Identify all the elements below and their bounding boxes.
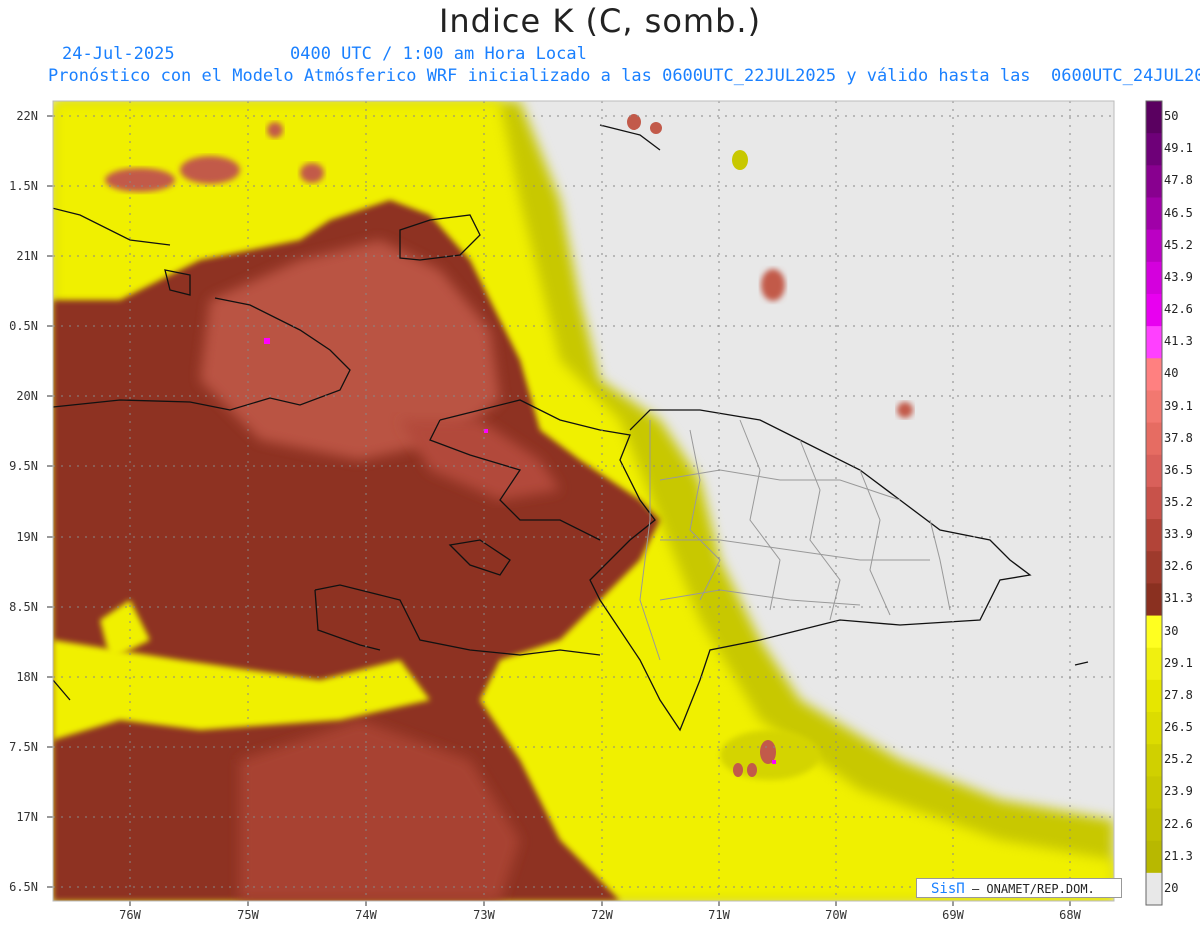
lon-label: 71W [708,908,730,922]
lon-label: 75W [237,908,259,922]
lon-label: 70W [825,908,847,922]
colorbar-label: 50 [1164,109,1179,124]
colorbar-label: 43.9 [1164,269,1193,284]
lat-label: 17N [16,810,38,824]
field-layer [53,101,1114,901]
colorbar-swatch [1146,133,1162,166]
colorbar-swatch [1146,872,1162,906]
colorbar-label: 33.9 [1164,527,1193,542]
colorbar-swatch [1146,390,1162,424]
colorbar-swatch [1146,647,1162,681]
lat-label: 1.5N [9,179,38,193]
colorbar-label: 27.8 [1164,687,1193,702]
colorbar-swatch [1146,808,1162,842]
lat-label: 9.5N [9,459,38,473]
colorbar-swatch [1146,679,1162,713]
colorbar-swatch [1146,358,1162,391]
colorbar-label: 25.2 [1164,752,1193,767]
colorbar-label: 30 [1164,623,1179,638]
colorbar-swatch [1146,229,1162,263]
colorbar-swatch [1146,197,1162,231]
colorbar-swatch [1146,165,1162,198]
colorbar-label: 22.6 [1164,816,1193,831]
lon-label: 72W [591,908,613,922]
colorbar-label: 35.2 [1164,495,1193,509]
colorbar-swatch [1146,776,1162,810]
lat-label: 20N [16,389,38,403]
colorbar-swatch [1146,551,1162,584]
colorbar-label: 23.9 [1164,784,1193,799]
colorbar-swatch [1146,712,1162,745]
colorbar-label: 45.2 [1164,237,1193,252]
colorbar-swatch [1146,583,1162,617]
colorbar-label: 37.8 [1164,430,1193,445]
colorbar-label: 29.1 [1164,655,1193,670]
credit-brand: SisΠ [931,881,965,897]
lon-label: 73W [473,908,495,922]
lat-label: 18N [16,670,38,684]
lat-label: 6.5N [9,880,38,894]
colorbar-swatch [1146,744,1162,777]
colorbar-swatch [1146,454,1162,488]
colorbar-swatch [1146,422,1162,456]
lat-label: 0.5N [9,319,38,333]
colorbar-label: 46.5 [1164,205,1193,220]
lat-label: 22N [16,109,38,123]
k-index-map [47,100,1163,906]
colorbar-label: 42.6 [1164,302,1193,317]
colorbar [1145,100,1163,906]
colorbar-label: 49.1 [1164,141,1193,156]
colorbar-label: 21.3 [1164,848,1193,863]
lat-label: 7.5N [9,740,38,754]
lon-label: 76W [119,908,141,922]
colorbar-label: 39.1 [1164,398,1193,413]
colorbar-swatch [1146,101,1162,134]
colorbar-swatch [1146,519,1162,552]
lat-label: 21N [16,249,38,263]
colorbar-swatch [1146,486,1162,520]
colorbar-swatch [1146,840,1162,874]
credit-box: SisΠ – ONAMET/REP.DOM. [916,878,1122,898]
colorbar-swatch [1146,293,1162,327]
colorbar-label: 40 [1164,366,1179,381]
colorbar-label: 20 [1164,880,1179,895]
colorbar-label: 41.3 [1164,334,1193,349]
credit-org: – ONAMET/REP.DOM. [971,882,1095,896]
colorbar-label: 32.6 [1164,559,1193,574]
colorbar-swatch [1146,615,1162,649]
lat-label: 19N [16,530,38,544]
colorbar-swatch [1146,326,1162,359]
colorbar-label: 47.8 [1164,173,1193,188]
colorbar-label: 31.3 [1164,591,1193,606]
lon-label: 74W [355,908,377,922]
lon-label: 68W [1059,908,1081,922]
colorbar-swatch [1146,261,1162,295]
lon-label: 69W [942,908,964,922]
colorbar-label: 36.5 [1164,462,1193,477]
lat-label: 8.5N [9,600,38,614]
colorbar-label: 26.5 [1164,720,1193,735]
